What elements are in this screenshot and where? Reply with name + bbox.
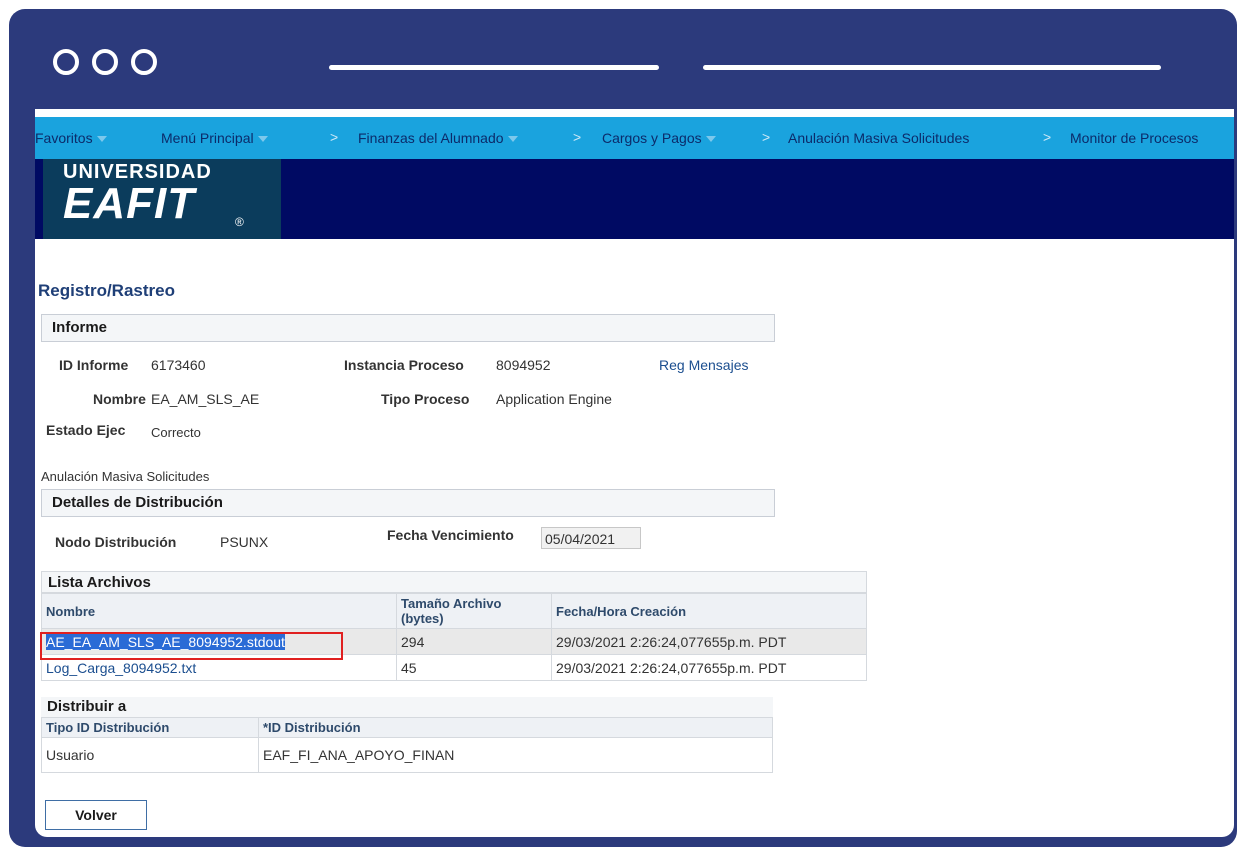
tipo-id-cell: Usuario — [41, 737, 259, 773]
file-size-cell: 45 — [396, 654, 552, 681]
breadcrumb-separator-icon: > — [762, 129, 771, 145]
nav-item-finanzas-alumnado[interactable]: Finanzas del Alumnado — [358, 130, 518, 146]
chevron-down-icon — [705, 136, 716, 143]
nav-item-monitor-procesos[interactable]: Monitor de Procesos — [1070, 130, 1198, 146]
nombre-value: EA_AM_SLS_AE — [151, 391, 260, 407]
nav-item-menu-principal[interactable]: Menú Principal — [161, 130, 268, 146]
nav-item-anulacion-masiva[interactable]: Anulación Masiva Solicitudes — [788, 130, 969, 146]
distribuir-a-title: Distribuir a — [41, 697, 773, 717]
window-circle-icon — [131, 49, 157, 75]
breadcrumb-separator-icon: > — [330, 129, 339, 145]
nav-item-label: Favoritos — [35, 130, 93, 146]
page-content: Favoritos Menú Principal > Finanzas del … — [35, 109, 1234, 837]
instancia-proceso-value: 8094952 — [496, 357, 551, 373]
tipo-proceso-label: Tipo Proceso — [381, 391, 470, 407]
nodo-distribucion-value: PSUNX — [220, 534, 269, 550]
nombre-label: Nombre — [93, 391, 146, 407]
browser-frame: Favoritos Menú Principal > Finanzas del … — [9, 9, 1237, 847]
volver-button[interactable]: Volver — [45, 800, 147, 830]
distribution-table: Tipo ID Distribución *ID Distribución Us… — [41, 717, 773, 773]
files-table-header: Nombre Tamaño Archivo (bytes) Fecha/Hora… — [41, 593, 867, 629]
tipo-proceso-value: Application Engine — [496, 391, 612, 407]
file-date-cell: 29/03/2021 2:26:24,077655p.m. PDT — [551, 654, 867, 681]
breadcrumb-separator-icon: > — [573, 129, 582, 145]
nav-item-label: Finanzas del Alumnado — [358, 130, 504, 146]
process-description: Anulación Masiva Solicitudes — [41, 469, 210, 484]
column-header-id-distribucion: *ID Distribución — [258, 717, 773, 738]
logo-line2: EAFIT — [63, 179, 196, 228]
file-date-cell: 29/03/2021 2:26:24,077655p.m. PDT — [551, 628, 867, 655]
chevron-down-icon — [257, 136, 268, 143]
section-detalles-distribucion: Detalles de Distribución — [41, 489, 775, 517]
column-header-tipo-id: Tipo ID Distribución — [41, 717, 259, 738]
fecha-vencimiento-label: Fecha Vencimiento — [387, 527, 514, 543]
breadcrumb-separator-icon: > — [1043, 129, 1052, 145]
table-row: Usuario EAF_FI_ANA_APOYO_FINAN — [41, 737, 773, 773]
section-title: Detalles de Distribución — [52, 494, 223, 511]
eafit-logo: UNIVERSIDAD EAFIT ® — [43, 159, 281, 239]
column-header-tamano: Tamaño Archivo (bytes) — [396, 593, 552, 629]
nodo-distribucion-label: Nodo Distribución — [55, 534, 177, 550]
nav-item-label: Menú Principal — [161, 130, 254, 146]
logo-registered-mark: ® — [235, 215, 244, 229]
section-title: Informe — [52, 319, 108, 336]
id-informe-label: ID Informe — [59, 357, 129, 373]
id-informe-value: 6173460 — [151, 357, 206, 373]
nav-item-cargos-pagos[interactable]: Cargos y Pagos — [602, 130, 716, 146]
nav-item-favoritos[interactable]: Favoritos — [35, 130, 107, 146]
breadcrumb-nav: Favoritos Menú Principal > Finanzas del … — [35, 117, 1234, 159]
page-title: Registro/Rastreo — [38, 281, 175, 300]
instancia-proceso-label: Instancia Proceso — [344, 357, 464, 373]
lista-archivos-title: Lista Archivos — [41, 571, 867, 593]
window-circle-icon — [92, 49, 118, 75]
decorative-bar — [703, 65, 1161, 70]
chevron-down-icon — [507, 136, 518, 143]
decorative-bar — [329, 65, 659, 70]
highlight-box — [40, 632, 343, 660]
window-circle-icon — [53, 49, 79, 75]
id-distribucion-cell: EAF_FI_ANA_APOYO_FINAN — [258, 737, 773, 773]
window-controls — [53, 49, 157, 75]
reg-mensajes-link[interactable]: Reg Mensajes — [659, 357, 749, 373]
distribution-table-header: Tipo ID Distribución *ID Distribución — [41, 717, 773, 738]
chevron-down-icon — [96, 136, 107, 143]
file-size-cell: 294 — [396, 628, 552, 655]
section-informe: Informe — [41, 314, 775, 342]
column-header-nombre: Nombre — [41, 593, 397, 629]
file-link-log[interactable]: Log_Carga_8094952.txt — [46, 660, 196, 676]
nav-item-label: Cargos y Pagos — [602, 130, 702, 146]
fecha-vencimiento-field: 05/04/2021 — [541, 527, 641, 549]
estado-ejec-value: Correcto — [151, 425, 201, 440]
estado-ejec-label: Estado Ejec — [46, 422, 126, 438]
column-header-fecha: Fecha/Hora Creación — [551, 593, 867, 629]
